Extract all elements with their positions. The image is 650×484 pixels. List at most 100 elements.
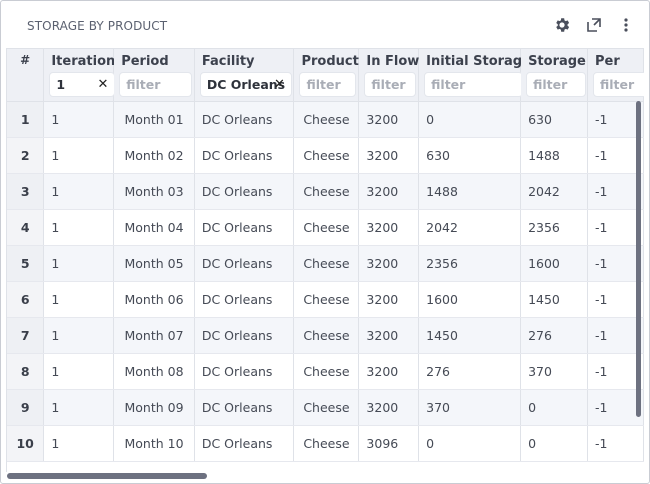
cell-idx[interactable]: 6 <box>7 281 45 318</box>
cell-initial-storage[interactable]: 0 <box>418 425 522 462</box>
cell-initial-storage[interactable]: 1488 <box>418 173 522 210</box>
more-vertical-icon[interactable] <box>616 15 636 35</box>
cell-product[interactable]: Cheese <box>293 245 360 282</box>
cell-period[interactable]: Month 08 <box>113 353 195 390</box>
cell-idx[interactable]: 8 <box>7 353 45 390</box>
cell-idx[interactable]: 10 <box>7 425 45 462</box>
table-row[interactable]: 7 1 Month 07 DC Orleans Cheese 3200 1450 276 -1 <box>7 317 644 354</box>
table-row[interactable]: 4 1 Month 04 DC Orleans Cheese 3200 2042 2356 -1 <box>7 209 644 246</box>
cell-period[interactable]: Month 09 <box>113 389 195 426</box>
gear-icon[interactable] <box>552 15 572 35</box>
clear-filter-icon[interactable]: ✕ <box>97 77 108 92</box>
table-row[interactable]: 5 1 Month 05 DC Orleans Cheese 3200 2356 1600 -1 <box>7 245 644 282</box>
cell-in-flow[interactable]: 3200 <box>358 137 420 174</box>
cell-in-flow[interactable]: 3200 <box>358 389 420 426</box>
vertical-scrollbar[interactable] <box>636 101 641 417</box>
cell-storage[interactable]: 630 <box>520 101 588 138</box>
storage-filter[interactable]: filter <box>526 72 587 97</box>
cell-facility[interactable]: DC Orleans <box>194 353 295 390</box>
column-header-initial-storage[interactable]: Initial Storage filter <box>418 49 531 102</box>
cell-in-flow[interactable]: 3200 <box>358 281 420 318</box>
cell-period[interactable]: Month 01 <box>113 101 195 138</box>
cell-in-flow[interactable]: 3200 <box>358 209 420 246</box>
cell-period[interactable]: Month 06 <box>113 281 195 318</box>
column-header-per[interactable]: Per filter <box>587 49 644 102</box>
cell-period[interactable]: Month 07 <box>113 317 195 354</box>
product-filter[interactable]: filter <box>299 72 357 97</box>
table-row[interactable]: 10 1 Month 10 DC Orleans Cheese 3096 0 0 -1 <box>7 425 644 462</box>
cell-storage[interactable]: 1450 <box>520 281 588 318</box>
cell-in-flow[interactable]: 3200 <box>358 245 420 282</box>
cell-in-flow[interactable]: 3200 <box>358 173 420 210</box>
cell-initial-storage[interactable]: 2356 <box>418 245 522 282</box>
cell-storage[interactable]: 276 <box>520 317 588 354</box>
expand-icon[interactable] <box>584 15 604 35</box>
cell-facility[interactable]: DC Orleans <box>194 317 295 354</box>
cell-period[interactable]: Month 02 <box>113 137 195 174</box>
cell-facility[interactable]: DC Orleans <box>194 101 295 138</box>
in-flow-filter[interactable]: filter <box>364 72 417 97</box>
column-header-product[interactable]: Product filter <box>293 49 360 102</box>
cell-in-flow[interactable]: 3096 <box>358 425 420 462</box>
cell-product[interactable]: Cheese <box>293 173 360 210</box>
cell-facility[interactable]: DC Orleans <box>194 389 295 426</box>
period-filter[interactable]: filter <box>119 72 193 97</box>
cell-initial-storage[interactable]: 0 <box>418 101 522 138</box>
table-row[interactable]: 9 1 Month 09 DC Orleans Cheese 3200 370 0 -1 <box>7 389 644 426</box>
column-header-storage[interactable]: Storage filter <box>520 49 588 102</box>
cell-storage[interactable]: 370 <box>520 353 588 390</box>
cell-initial-storage[interactable]: 1600 <box>418 281 522 318</box>
cell-iteration[interactable]: 1 <box>43 209 115 246</box>
cell-facility[interactable]: DC Orleans <box>194 245 295 282</box>
cell-idx[interactable]: 1 <box>7 101 45 138</box>
cell-in-flow[interactable]: 3200 <box>358 317 420 354</box>
cell-product[interactable]: Cheese <box>293 101 360 138</box>
column-header-iteration[interactable]: Iteration 1 ✕ <box>43 49 116 102</box>
cell-iteration[interactable]: 1 <box>43 137 115 174</box>
cell-facility[interactable]: DC Orleans <box>194 281 295 318</box>
cell-idx[interactable]: 2 <box>7 137 45 174</box>
cell-iteration[interactable]: 1 <box>43 389 115 426</box>
cell-idx[interactable]: 7 <box>7 317 45 354</box>
cell-facility[interactable]: DC Orleans <box>194 209 295 246</box>
cell-iteration[interactable]: 1 <box>43 101 115 138</box>
cell-period[interactable]: Month 05 <box>113 245 195 282</box>
cell-idx[interactable]: 4 <box>7 209 45 246</box>
cell-iteration[interactable]: 1 <box>43 173 115 210</box>
cell-in-flow[interactable]: 3200 <box>358 101 420 138</box>
cell-storage[interactable]: 2042 <box>520 173 588 210</box>
cell-storage[interactable]: 0 <box>520 425 588 462</box>
cell-product[interactable]: Cheese <box>293 281 360 318</box>
column-header-facility[interactable]: Facility DC Orleans ✕ <box>194 49 295 102</box>
column-header-period[interactable]: Period filter <box>113 49 195 102</box>
cell-product[interactable]: Cheese <box>293 425 360 462</box>
table-row[interactable]: 2 1 Month 02 DC Orleans Cheese 3200 630 1488 -1 <box>7 137 644 174</box>
cell-facility[interactable]: DC Orleans <box>194 425 295 462</box>
cell-period[interactable]: Month 10 <box>113 425 195 462</box>
cell-idx[interactable]: 5 <box>7 245 45 282</box>
cell-iteration[interactable]: 1 <box>43 425 115 462</box>
cell-idx[interactable]: 3 <box>7 173 45 210</box>
cell-per[interactable]: -1 <box>587 425 644 462</box>
table-row[interactable]: 3 1 Month 03 DC Orleans Cheese 3200 1488 2042 -1 <box>7 173 644 210</box>
cell-initial-storage[interactable]: 276 <box>418 353 522 390</box>
cell-storage[interactable]: 2356 <box>520 209 588 246</box>
cell-product[interactable]: Cheese <box>293 389 360 426</box>
cell-iteration[interactable]: 1 <box>43 353 115 390</box>
cell-storage[interactable]: 1488 <box>520 137 588 174</box>
cell-in-flow[interactable]: 3200 <box>358 353 420 390</box>
cell-facility[interactable]: DC Orleans <box>194 137 295 174</box>
cell-product[interactable]: Cheese <box>293 317 360 354</box>
table-row[interactable]: 8 1 Month 08 DC Orleans Cheese 3200 276 370 -1 <box>7 353 644 390</box>
cell-storage[interactable]: 1600 <box>520 245 588 282</box>
facility-filter[interactable]: DC Orleans ✕ <box>199 72 292 97</box>
iteration-filter[interactable]: 1 ✕ <box>49 72 116 97</box>
cell-iteration[interactable]: 1 <box>43 245 115 282</box>
per-filter[interactable]: filter <box>592 72 644 97</box>
cell-initial-storage[interactable]: 2042 <box>418 209 522 246</box>
table-row[interactable]: 1 1 Month 01 DC Orleans Cheese 3200 0 630 -1 <box>7 101 644 138</box>
cell-period[interactable]: Month 03 <box>113 173 195 210</box>
cell-initial-storage[interactable]: 1450 <box>418 317 522 354</box>
cell-facility[interactable]: DC Orleans <box>194 173 295 210</box>
table-row[interactable]: 6 1 Month 06 DC Orleans Cheese 3200 1600 1450 -1 <box>7 281 644 318</box>
